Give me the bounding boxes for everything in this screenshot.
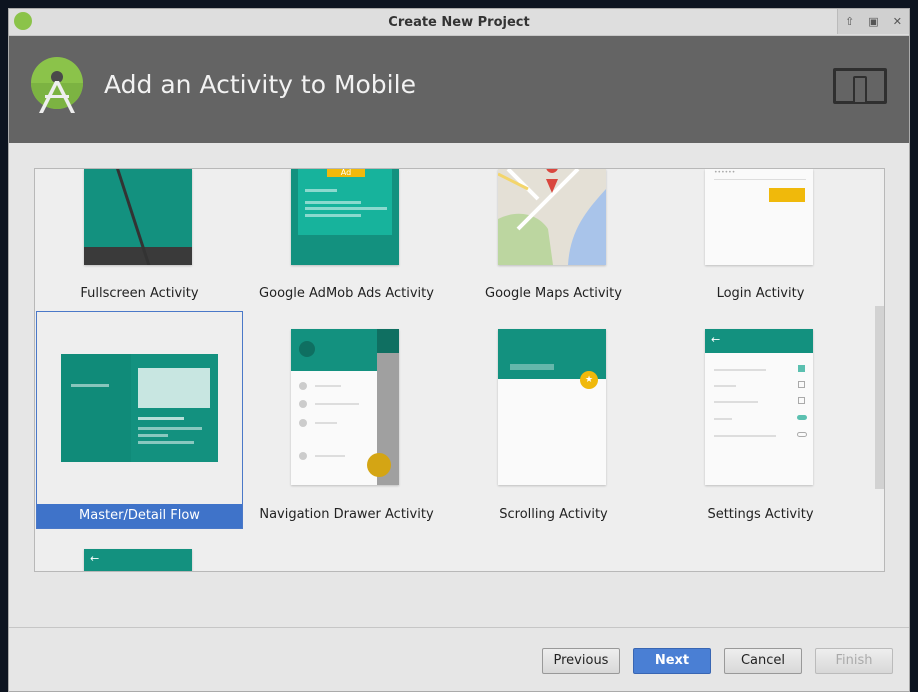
activity-label: Settings Activity bbox=[707, 507, 814, 522]
activity-label: Google AdMob Ads Activity bbox=[259, 286, 434, 301]
activity-maps[interactable]: Google Maps Activity bbox=[450, 169, 657, 308]
wizard-header: Add an Activity to Mobile bbox=[9, 36, 909, 143]
activity-scrolling[interactable]: ★ Scrolling Activity bbox=[450, 311, 657, 529]
title-bar: Create New Project ⇧ ▣ ✕ bbox=[9, 9, 909, 36]
activity-label: Google Maps Activity bbox=[485, 286, 622, 301]
window-title: Create New Project bbox=[388, 15, 530, 30]
activity-master-detail[interactable]: Master/Detail Flow bbox=[36, 311, 243, 529]
activity-label: Master/Detail Flow bbox=[37, 504, 242, 528]
activity-label: Scrolling Activity bbox=[499, 507, 608, 522]
map-thumbnail bbox=[498, 169, 606, 265]
activity-fullscreen[interactable]: Fullscreen Activity bbox=[36, 169, 243, 308]
activity-navigation-drawer[interactable]: Navigation Drawer Activity bbox=[243, 311, 450, 529]
minimize-icon[interactable]: ⇧ bbox=[845, 15, 854, 28]
star-icon: ★ bbox=[580, 371, 598, 389]
next-button[interactable]: Next bbox=[633, 648, 711, 674]
fullscreen-thumbnail bbox=[84, 169, 192, 265]
activity-gallery: Fullscreen Activity Ad Google AdMob Ads … bbox=[34, 168, 885, 572]
tabbed-thumbnail: ← bbox=[84, 549, 192, 571]
devices-icon bbox=[833, 68, 887, 104]
activity-next-row[interactable]: ← bbox=[36, 531, 243, 571]
maximize-icon[interactable]: ▣ bbox=[868, 15, 878, 28]
page-title: Add an Activity to Mobile bbox=[104, 70, 416, 99]
activity-label: Navigation Drawer Activity bbox=[259, 507, 434, 522]
activity-label: Login Activity bbox=[716, 286, 805, 301]
admob-thumbnail: Ad bbox=[291, 169, 399, 265]
master-detail-thumbnail bbox=[61, 354, 218, 462]
activity-login[interactable]: •••••• Login Activity bbox=[657, 169, 864, 308]
gallery-scrollbar[interactable] bbox=[875, 306, 884, 489]
activity-admob[interactable]: Ad Google AdMob Ads Activity bbox=[243, 169, 450, 308]
create-new-project-dialog: Create New Project ⇧ ▣ ✕ Add an Activity… bbox=[8, 8, 910, 692]
android-studio-logo bbox=[31, 57, 83, 113]
window-controls: ⇧ ▣ ✕ bbox=[837, 9, 909, 34]
login-thumbnail: •••••• bbox=[705, 169, 813, 265]
previous-button[interactable]: Previous bbox=[542, 648, 620, 674]
finish-button[interactable]: Finish bbox=[815, 648, 893, 674]
activity-label: Fullscreen Activity bbox=[80, 286, 199, 301]
scrolling-thumbnail: ★ bbox=[498, 329, 606, 485]
cancel-button[interactable]: Cancel bbox=[724, 648, 802, 674]
close-icon[interactable]: ✕ bbox=[893, 15, 902, 28]
divider bbox=[9, 627, 909, 628]
ad-badge: Ad bbox=[327, 169, 365, 177]
nav-drawer-thumbnail bbox=[291, 329, 399, 485]
password-field-preview: •••••• bbox=[714, 169, 736, 176]
settings-thumbnail: ← bbox=[705, 329, 813, 485]
activity-settings[interactable]: ← Settings Activity bbox=[657, 311, 864, 529]
